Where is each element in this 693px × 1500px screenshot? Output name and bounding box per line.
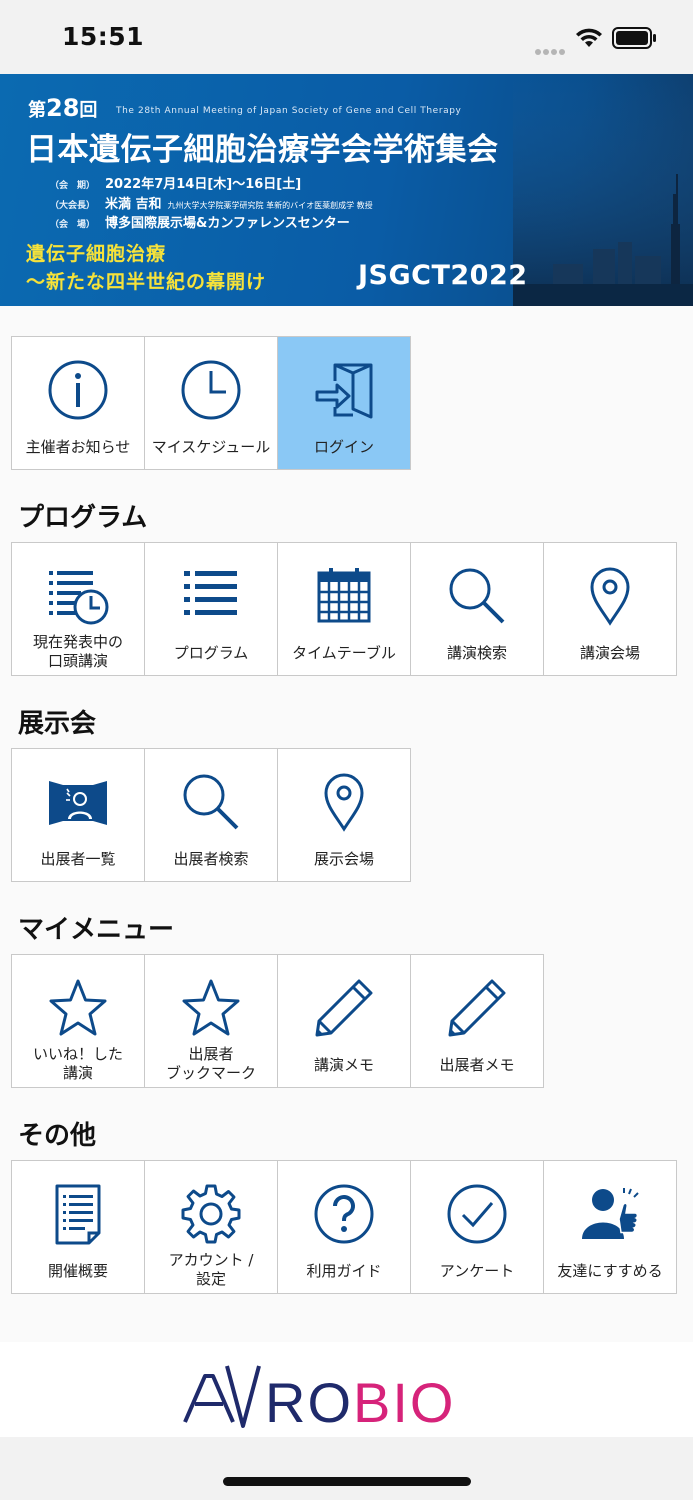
other-grid: 開催概要 アカウント / 設定 利用ガイド アンケート 友達にすすめる	[11, 1160, 677, 1294]
banner-venue-row: （会 場） 博多国際展示場&カンファレンスセンター	[50, 216, 350, 231]
tile-label: マイスケジュール	[151, 437, 271, 456]
section-title-program: プログラム	[18, 503, 148, 533]
map-pin-icon	[590, 567, 630, 626]
sponsor-banner[interactable]: RO BIO	[0, 1342, 693, 1437]
tile-my-schedule[interactable]: マイスケジュール	[144, 336, 278, 470]
tile-exhibition-venue[interactable]: 展示会場	[277, 748, 411, 882]
info-icon	[48, 360, 108, 420]
check-circle-icon	[447, 1184, 507, 1244]
tile-label: 講演会場	[579, 643, 640, 662]
tile-label: アカウント / 設定	[168, 1251, 254, 1288]
conference-banner: 第28回 The 28th Annual Meeting of Japan So…	[0, 74, 693, 306]
tile-current-oral[interactable]: 現在発表中の 口頭講演	[11, 542, 145, 676]
banner-title: 日本遺伝子細胞治療学会学術集会	[26, 132, 499, 168]
exhibitor-booth-icon	[49, 781, 107, 825]
banner-title-en: The 28th Annual Meeting of Japan Society…	[116, 106, 462, 116]
tile-label: いいね！した 講演	[32, 1045, 123, 1082]
tile-liked-lectures[interactable]: いいね！した 講演	[11, 954, 145, 1088]
tile-label: 現在発表中の 口頭講演	[32, 633, 123, 670]
svg-text:BIO: BIO	[353, 1371, 455, 1432]
tile-label: 出展者一覧	[40, 849, 116, 868]
banner-date-row: （会 期） 2022年7月14日[木]～16日[土]	[50, 177, 302, 192]
wifi-icon	[576, 28, 602, 47]
status-time: 15:51	[62, 22, 145, 51]
map-pin-icon	[324, 773, 364, 832]
tile-timetable[interactable]: タイムテーブル	[277, 542, 411, 676]
home-indicator[interactable]	[223, 1477, 471, 1486]
tile-user-guide[interactable]: 利用ガイド	[277, 1160, 411, 1294]
tile-label: 主催者お知らせ	[25, 437, 131, 456]
tile-label: 利用ガイド	[306, 1261, 382, 1280]
tile-label: 出展者 ブックマーク	[165, 1045, 256, 1082]
tile-survey[interactable]: アンケート	[410, 1160, 544, 1294]
tile-label: 展示会場	[313, 849, 374, 868]
calendar-icon	[317, 568, 371, 623]
pencil-icon	[448, 979, 506, 1037]
banner-code: JSGCT2022	[358, 260, 528, 291]
document-icon	[55, 1184, 101, 1245]
tile-exhibitor-list[interactable]: 出展者一覧	[11, 748, 145, 882]
tile-account-settings[interactable]: アカウント / 設定	[144, 1160, 278, 1294]
star-icon	[49, 979, 107, 1036]
thumbs-up-person-icon	[582, 1188, 639, 1239]
tile-organizer-news[interactable]: 主催者お知らせ	[11, 336, 145, 470]
top-menu-grid: 主催者お知らせ マイスケジュール ログイン	[11, 336, 411, 470]
help-icon	[314, 1184, 374, 1244]
clock-icon	[181, 360, 241, 420]
search-icon	[449, 568, 505, 624]
tile-program[interactable]: プログラム	[144, 542, 278, 676]
tile-label: 友達にすすめる	[557, 1261, 663, 1280]
section-title-my-menu: マイメニュー	[18, 915, 175, 945]
tile-label: プログラム	[173, 643, 249, 662]
program-grid: 現在発表中の 口頭講演 プログラム タイムテーブル 講演検索 講演会場	[11, 542, 677, 676]
tile-label: 講演メモ	[313, 1055, 374, 1074]
tile-lecture-memo[interactable]: 講演メモ	[277, 954, 411, 1088]
cellular-signal-icon	[535, 40, 567, 59]
tile-label: 講演検索	[446, 643, 507, 662]
tile-event-overview[interactable]: 開催概要	[11, 1160, 145, 1294]
tile-lecture-search[interactable]: 講演検索	[410, 542, 544, 676]
banner-president-row: （大会長） 米満 吉和 九州大学大学院薬学研究院 革新的バイオ医薬創成学 教授	[50, 197, 373, 212]
section-title-exhibition: 展示会	[18, 709, 97, 739]
my-menu-grid: いいね！した 講演 出展者 ブックマーク 講演メモ 出展者メモ	[11, 954, 544, 1088]
tile-label: ログイン	[313, 437, 374, 456]
tile-login[interactable]: ログイン	[277, 336, 411, 470]
banner-theme-line1: 遺伝子細胞治療	[26, 243, 167, 265]
battery-icon	[612, 27, 656, 49]
tile-label: タイムテーブル	[292, 643, 396, 662]
section-title-other: その他	[18, 1121, 97, 1151]
tile-exhibitor-memo[interactable]: 出展者メモ	[410, 954, 544, 1088]
bottom-safe-area	[0, 1437, 693, 1500]
tile-label: 開催概要	[47, 1261, 108, 1280]
search-icon	[183, 774, 239, 830]
banner-theme-line2: ～新たな四半世紀の幕開け	[26, 271, 267, 293]
gear-icon	[181, 1184, 241, 1244]
tile-recommend-friend[interactable]: 友達にすすめる	[543, 1160, 677, 1294]
list-clock-icon	[49, 571, 109, 625]
exhibition-grid: 出展者一覧 出展者検索 展示会場	[11, 748, 411, 882]
tile-exhibitor-search[interactable]: 出展者検索	[144, 748, 278, 882]
city-skyline-image	[513, 74, 693, 306]
login-icon	[315, 363, 373, 419]
svg-text:RO: RO	[265, 1371, 353, 1432]
tile-label: 出展者検索	[173, 849, 249, 868]
tile-lecture-venue[interactable]: 講演会場	[543, 542, 677, 676]
tile-exhibitor-bookmark[interactable]: 出展者 ブックマーク	[144, 954, 278, 1088]
star-icon	[182, 979, 240, 1036]
list-icon	[184, 571, 237, 615]
banner-edition: 第28回	[28, 94, 98, 122]
status-bar: 15:51	[0, 0, 693, 74]
pencil-icon	[315, 979, 373, 1037]
tile-label: アンケート	[439, 1261, 515, 1280]
tile-label: 出展者メモ	[439, 1055, 515, 1074]
sponsor-logo: RO BIO	[183, 1365, 455, 1432]
